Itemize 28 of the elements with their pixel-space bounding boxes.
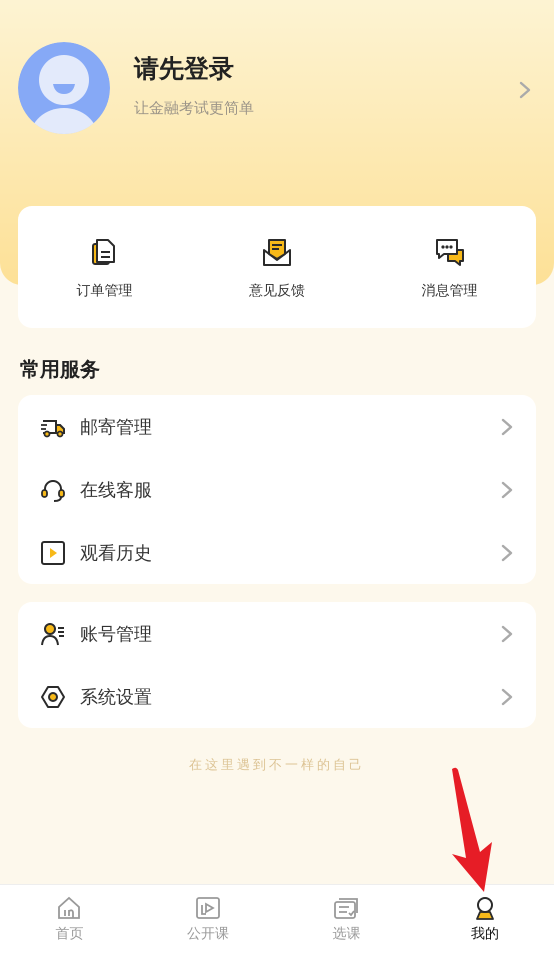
service-label[interactable]: 邮寄管理 (80, 414, 486, 438)
quick-action-label[interactable]: 意见反馈 (248, 282, 305, 300)
play-icon (40, 540, 66, 566)
chat-bubbles-icon (434, 236, 466, 268)
chevron-right-icon[interactable] (500, 480, 514, 500)
video-icon (194, 895, 221, 921)
service-label[interactable]: 账号管理 (80, 622, 486, 646)
cards-icon (333, 895, 360, 921)
chevron-right-icon[interactable] (500, 542, 514, 562)
tagline: 在这里遇到不一样的自己 (189, 757, 365, 774)
hexagon-gear-icon (40, 684, 66, 710)
person-list-icon (40, 620, 66, 646)
service-label[interactable]: 在线客服 (80, 478, 486, 502)
chevron-right-icon[interactable] (500, 624, 514, 644)
chevron-right-icon[interactable] (518, 80, 532, 100)
quick-action-label[interactable]: 消息管理 (422, 282, 478, 300)
section-title: 常用服务 (20, 356, 101, 383)
slogan: 让金融考试更简单 (134, 99, 255, 118)
quick-action-label[interactable]: 订单管理 (76, 282, 132, 300)
service-label[interactable]: 观看历史 (80, 540, 486, 564)
chevron-right-icon[interactable] (500, 686, 514, 706)
service-label[interactable]: 系统设置 (80, 684, 486, 708)
house-icon (56, 895, 82, 921)
envelope-icon (260, 236, 293, 268)
avatar[interactable] (18, 42, 110, 134)
tab-label[interactable]: 我的 (470, 925, 499, 943)
login-prompt[interactable]: 请先登录 (134, 52, 494, 85)
chevron-right-icon[interactable] (500, 416, 514, 436)
